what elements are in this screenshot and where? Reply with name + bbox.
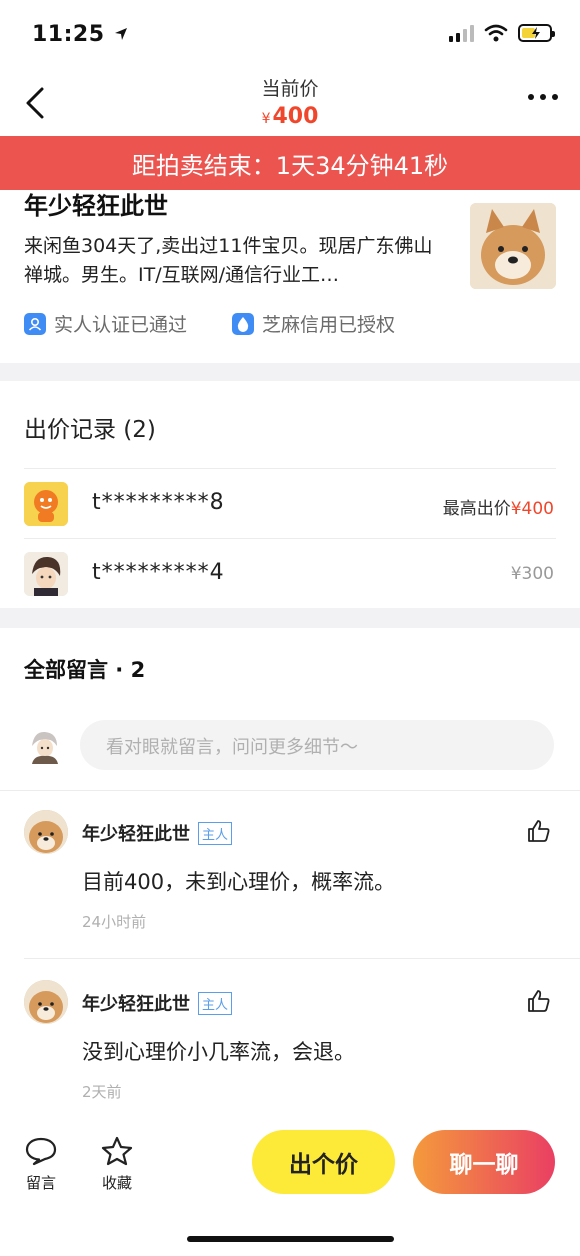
bid-records-title: 出价记录 (2): [24, 417, 156, 443]
comment-tab[interactable]: 留言: [24, 1136, 58, 1193]
highest-bid: 最高出价¥400: [442, 499, 554, 519]
location-arrow-icon: [114, 28, 127, 40]
speech-bubble-icon: [25, 1137, 57, 1166]
bidder-name: t*********8: [92, 490, 225, 515]
thumbs-up-icon[interactable]: [526, 818, 552, 844]
real-name-cert: 实人认证已通过: [24, 310, 187, 337]
chat-button[interactable]: 聊一聊: [413, 1130, 555, 1194]
comment-time: 2天前: [82, 1083, 122, 1101]
commenter-name[interactable]: 年少轻狂此世 主人: [82, 990, 233, 1016]
my-avatar: [26, 728, 64, 766]
home-indicator[interactable]: [187, 1236, 394, 1242]
bidder-avatar: [24, 482, 68, 526]
owner-badge: 主人: [198, 821, 233, 845]
section-divider: [0, 363, 580, 381]
divider: [0, 790, 580, 791]
thumbs-up-icon[interactable]: [526, 988, 552, 1014]
current-price: ¥400: [261, 104, 319, 129]
divider: [24, 468, 556, 469]
divider: [24, 538, 556, 539]
water-drop-icon: [232, 312, 254, 335]
section-divider: [0, 608, 580, 628]
sesame-credit-cert: 芝麻信用已授权: [232, 310, 395, 337]
signal-icon: [449, 24, 474, 42]
nav-title: 当前价: [261, 78, 319, 100]
bid-amount: ¥300: [510, 564, 554, 584]
commenter-name[interactable]: 年少轻狂此世 主人: [82, 820, 233, 846]
comments-title: 全部留言 · 2: [24, 658, 146, 682]
seller-avatar[interactable]: [470, 203, 556, 289]
seller-bio: 来闲鱼304天了,卖出过11件宝贝。现居广东佛山禅城。男生。IT/互联网/通信行…: [24, 235, 433, 286]
auction-countdown-banner: 距拍卖结束：1天34分钟41秒: [0, 136, 580, 190]
status-time: 11:25: [32, 22, 129, 47]
commenter-avatar[interactable]: [24, 980, 68, 1024]
place-bid-button[interactable]: 出个价: [252, 1130, 395, 1194]
battery-icon: [518, 24, 555, 42]
divider: [24, 958, 580, 959]
comment-time: 24小时前: [82, 913, 147, 931]
star-icon: [101, 1136, 133, 1166]
comment-input[interactable]: 看对眼就留言，问问更多细节～: [80, 720, 554, 770]
verified-user-icon: [24, 312, 46, 335]
owner-badge: 主人: [198, 991, 233, 1015]
favorite-tab[interactable]: 收藏: [100, 1136, 134, 1193]
status-icons: [449, 24, 555, 42]
bidder-name: t*********4: [92, 560, 225, 585]
more-options-icon[interactable]: [528, 94, 558, 100]
bidder-avatar: [24, 552, 68, 596]
comment-text: 没到心理价小几率流，会退。: [82, 1040, 355, 1064]
comment-text: 目前400，未到心理价，概率流。: [82, 870, 396, 894]
commenter-avatar[interactable]: [24, 810, 68, 854]
wifi-icon: [484, 24, 508, 42]
seller-name[interactable]: 年少轻狂此世: [24, 186, 168, 221]
